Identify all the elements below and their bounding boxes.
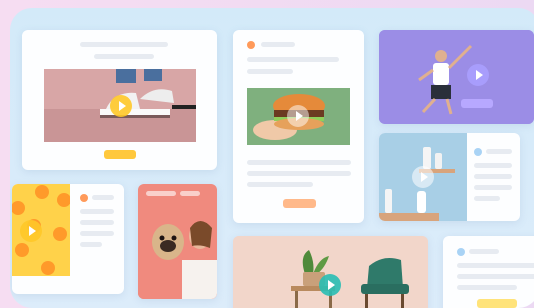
text-placeholder [80,242,102,247]
action-button[interactable] [104,150,136,159]
text-placeholder [457,274,534,279]
text-placeholder [474,196,500,201]
armchair-and-plant-photo [233,236,428,308]
subtitle-placeholder [94,54,154,59]
author-placeholder [92,195,114,200]
action-button[interactable] [461,99,493,108]
text-placeholder [80,209,114,214]
text-placeholder [247,182,313,187]
action-button[interactable] [283,199,316,208]
author-placeholder [261,42,295,47]
play-icon[interactable] [467,64,489,86]
burger-card[interactable] [233,30,364,223]
jumping-man-photo [379,30,534,124]
content-board [10,8,534,308]
title-placeholder [146,191,176,196]
play-icon[interactable] [110,95,132,117]
oranges-card[interactable] [12,184,124,294]
text-placeholder [247,160,351,165]
text-placeholder [80,220,114,225]
skincare-card[interactable] [379,133,520,221]
play-icon[interactable] [287,105,309,127]
play-icon[interactable] [20,220,42,242]
text-placeholder [474,185,512,190]
title-placeholder [180,191,200,196]
avatar-dot [247,41,255,49]
avatar-dot [80,194,88,202]
text-placeholder [80,231,114,236]
jumping-man-card[interactable] [379,30,534,124]
author-placeholder [469,249,499,254]
pug-card[interactable] [138,184,217,299]
sneakers-card[interactable] [22,30,217,170]
play-icon[interactable] [412,166,434,188]
text-placeholder [457,285,517,290]
furniture-card[interactable] [233,236,428,308]
action-button[interactable] [477,299,517,308]
text-placeholder [457,263,534,268]
play-icon[interactable] [319,274,341,296]
woman-with-pug-photo [138,198,217,299]
text-placeholder [247,171,351,176]
author-placeholder [486,149,512,154]
subtitle-placeholder [247,69,293,74]
burger-photo [247,88,350,145]
sneakers-photo [44,69,196,142]
partial-card[interactable] [443,236,534,308]
skincare-bottles-photo [379,133,467,221]
oranges-photo [12,184,70,276]
text-placeholder [474,163,512,168]
avatar-dot [457,248,465,256]
title-placeholder [247,57,339,62]
avatar-dot [474,148,482,156]
title-placeholder [80,42,168,47]
text-placeholder [474,174,512,179]
